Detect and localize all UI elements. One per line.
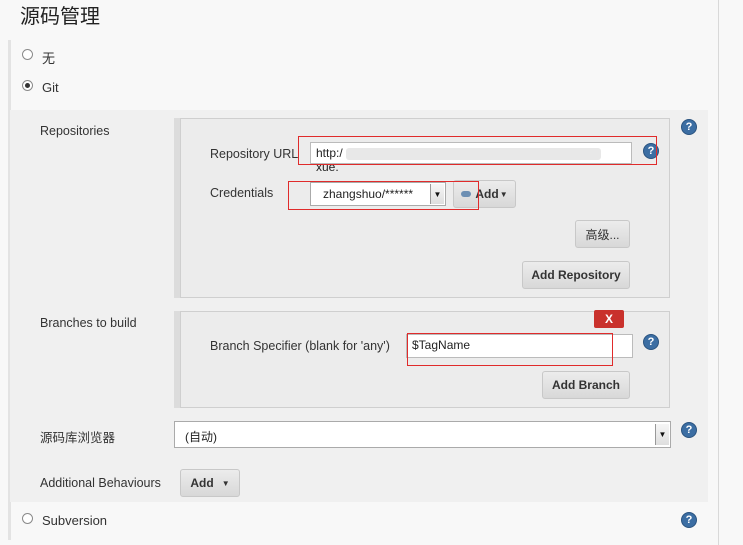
repositories-label: Repositories	[40, 124, 110, 138]
section-title: 源码管理	[20, 4, 100, 28]
radio-subversion-label: Subversion	[42, 513, 108, 528]
radio-none-label: 无	[42, 51, 56, 66]
credentials-label: Credentials	[210, 186, 274, 200]
advanced-button[interactable]: 高级...	[575, 220, 630, 248]
repositories-help-icon[interactable]: ?	[681, 119, 697, 135]
subversion-help-icon[interactable]: ?	[681, 512, 697, 528]
repository-browser-select[interactable]: (自动) ▼	[174, 421, 671, 448]
right-divider	[718, 0, 719, 545]
highlight-repository-url	[298, 136, 657, 165]
radio-git[interactable]	[22, 80, 33, 91]
radio-none[interactable]	[22, 49, 33, 60]
repository-browser-label: 源码库浏览器	[40, 431, 116, 445]
repository-browser-value: (自动)	[185, 430, 217, 444]
highlight-branch-specifier	[407, 333, 613, 366]
highlight-credentials	[288, 181, 479, 210]
branches-label: Branches to build	[40, 316, 137, 330]
dropdown-arrow-icon: ▼	[499, 189, 508, 199]
branch-specifier-help-icon[interactable]: ?	[643, 334, 659, 350]
dropdown-arrow-icon: ▼	[221, 478, 230, 488]
repository-browser-help-icon[interactable]: ?	[681, 422, 697, 438]
additional-behaviours-label: Additional Behaviours	[40, 476, 161, 490]
chevron-down-icon: ▼	[655, 424, 669, 445]
branch-specifier-label: Branch Specifier (blank for 'any')	[210, 339, 390, 353]
add-behaviour-label: Add	[190, 476, 214, 490]
add-repository-button[interactable]: Add Repository	[522, 261, 630, 289]
radio-subversion[interactable]	[22, 513, 33, 524]
repository-url-label: Repository URL	[210, 147, 299, 161]
add-branch-button[interactable]: Add Branch	[542, 371, 630, 399]
delete-branch-button[interactable]: X	[594, 310, 624, 328]
add-behaviour-button[interactable]: Add ▼	[180, 469, 240, 497]
radio-git-label: Git	[42, 80, 59, 95]
